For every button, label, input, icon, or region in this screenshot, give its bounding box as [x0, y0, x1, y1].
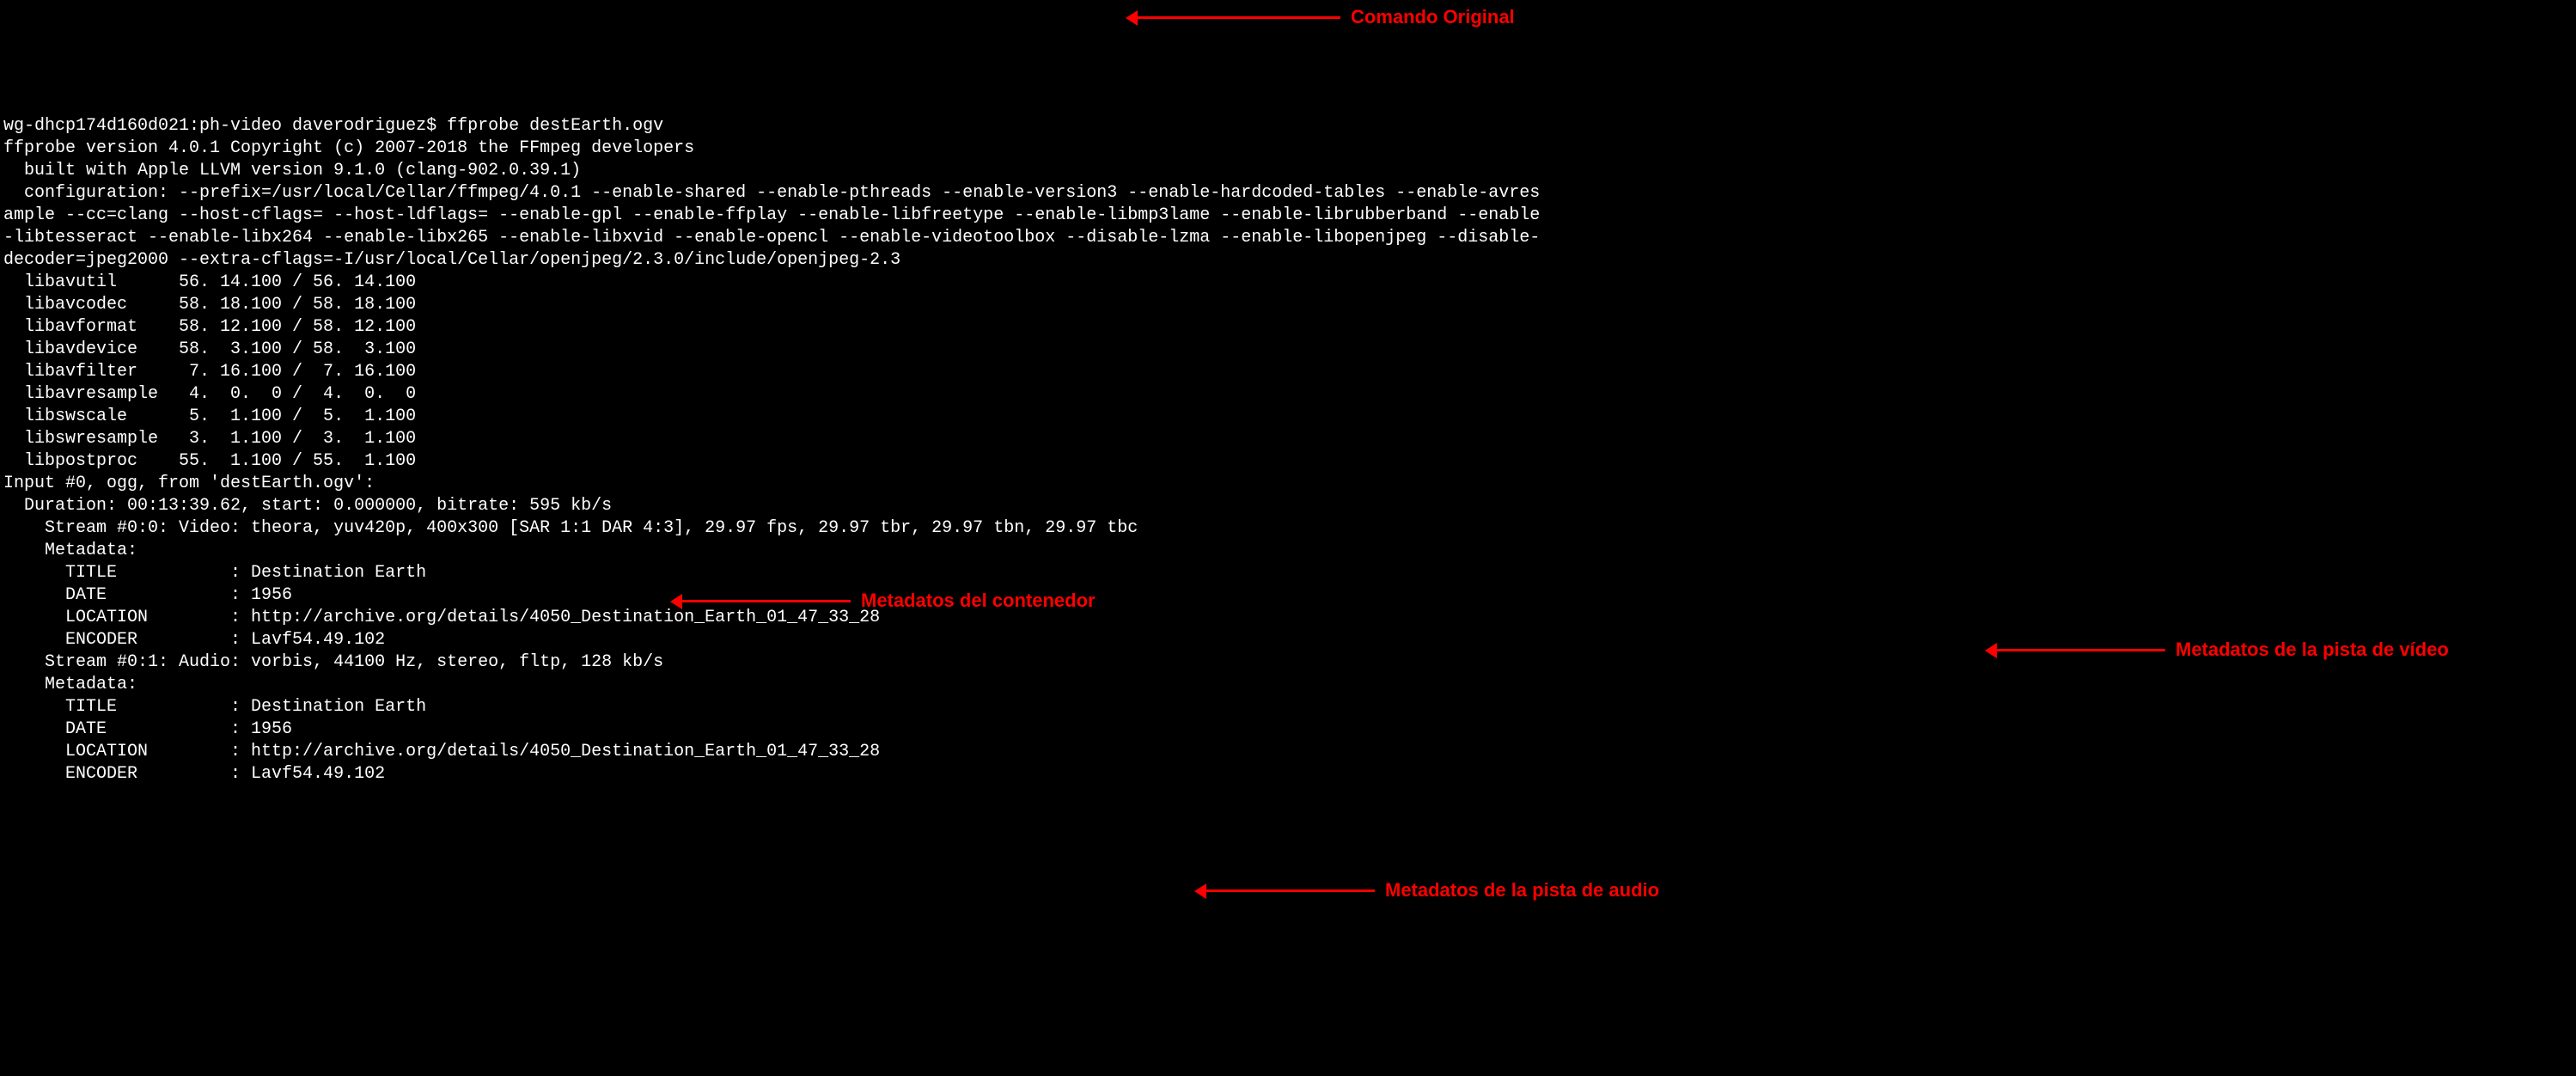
annotation-metadatos-audio: Metadatos de la pista de audio	[1203, 878, 1659, 903]
output-lib-version: libavresample 4. 0. 0 / 4. 0. 0	[3, 384, 416, 404]
output-metadata-date: DATE : 1956	[3, 585, 292, 605]
output-metadata-date: DATE : 1956	[3, 719, 292, 739]
output-stream-audio: Stream #0:1: Audio: vorbis, 44100 Hz, st…	[3, 652, 663, 672]
output-metadata-title: TITLE : Destination Earth	[3, 563, 426, 583]
output-config: -libtesseract --enable-libx264 --enable-…	[3, 228, 1540, 248]
annotation-label: Metadatos del contenedor	[861, 589, 1096, 614]
command-input[interactable]: ffprobe destEarth.ogv	[447, 116, 663, 136]
output-lib-version: libavfilter 7. 16.100 / 7. 16.100	[3, 362, 416, 382]
arrow-left-icon	[1134, 16, 1340, 19]
output-metadata-title: TITLE : Destination Earth	[3, 697, 426, 717]
annotation-label: Metadatos de la pista de vídeo	[2176, 638, 2449, 663]
output-config: ample --cc=clang --host-cflags= --host-l…	[3, 205, 1540, 225]
arrow-left-icon	[679, 600, 851, 602]
output-metadata-location: LOCATION : http://archive.org/details/40…	[3, 742, 880, 761]
output-lib-version: libavcodec 58. 18.100 / 58. 18.100	[3, 295, 416, 315]
output-lib-version: libpostproc 55. 1.100 / 55. 1.100	[3, 451, 416, 471]
output-stream-video: Stream #0:0: Video: theora, yuv420p, 400…	[3, 518, 1138, 538]
arrow-left-icon	[1203, 890, 1375, 892]
output-metadata-encoder: ENCODER : Lavf54.49.102	[3, 764, 385, 784]
output-lib-version: libswresample 3. 1.100 / 3. 1.100	[3, 429, 416, 449]
output-lib-version: libavutil 56. 14.100 / 56. 14.100	[3, 272, 416, 292]
output-metadata-encoder: ENCODER : Lavf54.49.102	[3, 630, 385, 650]
annotation-label: Metadatos de la pista de audio	[1385, 878, 1659, 903]
output-metadata-label: Metadata:	[3, 541, 137, 560]
terminal-window: wg-dhcp174d160d021:ph-video daverodrigue…	[3, 93, 2573, 786]
annotation-label: Comando Original	[1351, 5, 1515, 30]
output-config: configuration: --prefix=/usr/local/Cella…	[3, 183, 1540, 203]
output-built: built with Apple LLVM version 9.1.0 (cla…	[3, 161, 581, 180]
output-input-header: Input #0, ogg, from 'destEarth.ogv':	[3, 474, 375, 493]
annotation-metadatos-video: Metadatos de la pista de vídeo	[1993, 638, 2449, 663]
annotation-comando-original: Comando Original	[1134, 5, 1515, 30]
output-lib-version: libavdevice 58. 3.100 / 58. 3.100	[3, 339, 416, 359]
annotation-metadatos-contenedor: Metadatos del contenedor	[679, 589, 1096, 614]
output-config: decoder=jpeg2000 --extra-cflags=-I/usr/l…	[3, 250, 900, 270]
output-lib-version: libavformat 58. 12.100 / 58. 12.100	[3, 317, 416, 337]
arrow-left-icon	[1993, 649, 2165, 651]
output-lib-version: libswscale 5. 1.100 / 5. 1.100	[3, 407, 416, 426]
shell-prompt: wg-dhcp174d160d021:ph-video daverodrigue…	[3, 116, 447, 136]
output-version: ffprobe version 4.0.1 Copyright (c) 2007…	[3, 138, 694, 158]
output-duration: Duration: 00:13:39.62, start: 0.000000, …	[3, 496, 612, 516]
output-metadata-label: Metadata:	[3, 675, 137, 694]
